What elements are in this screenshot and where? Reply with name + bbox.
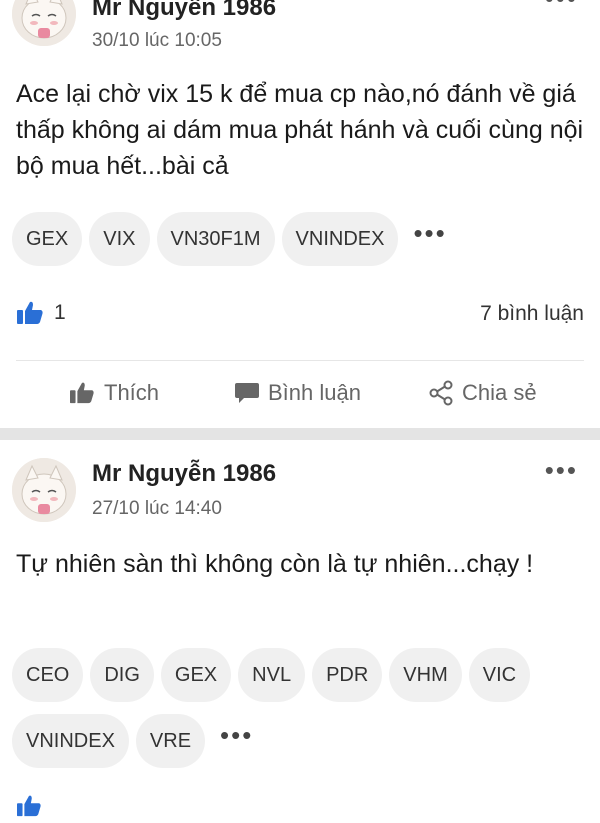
post-time: 30/10 lúc 10:05 xyxy=(92,30,222,51)
comment-count[interactable]: 7 bình luận xyxy=(480,302,584,326)
share-button-label: Chia sẻ xyxy=(462,380,537,405)
more-tags-button[interactable]: ••• xyxy=(212,714,261,768)
tag-chip[interactable]: GEX xyxy=(12,212,83,266)
thumbs-up-icon xyxy=(16,794,42,823)
tag-list: GEX VIX VN30F1M VNINDEX ••• xyxy=(12,212,588,278)
like-button[interactable]: Thích xyxy=(68,380,159,406)
tag-chip[interactable]: VRE xyxy=(135,714,206,768)
post-author[interactable]: Mr Nguyễn 1986 xyxy=(92,460,276,488)
share-button[interactable]: Chia sẻ xyxy=(428,380,537,406)
like-count[interactable]: 1 xyxy=(16,300,66,326)
like-button-label: Thích xyxy=(104,380,160,405)
post-time: 27/10 lúc 14:40 xyxy=(92,498,222,519)
tag-chip[interactable]: VIC xyxy=(468,648,531,702)
more-icon[interactable]: ••• xyxy=(545,457,578,483)
avatar[interactable] xyxy=(12,0,76,46)
tag-chip[interactable]: VHM xyxy=(389,648,462,702)
tag-chip[interactable]: CEO xyxy=(12,648,84,702)
divider xyxy=(16,360,584,361)
tag-list: CEO DIG GEX NVL PDR VHM VIC VNINDEX VRE ••• xyxy=(12,648,588,780)
comment-button[interactable]: Bình luận xyxy=(234,380,361,406)
post-content: Ace lại chờ vix 15 k để mua cp nào,nó đá… xyxy=(16,80,584,180)
like-count-value: 1 xyxy=(54,301,66,324)
tag-chip[interactable]: PDR xyxy=(312,648,383,702)
comment-button-label: Bình luận xyxy=(268,380,361,405)
avatar[interactable] xyxy=(12,458,76,522)
more-icon[interactable]: ••• xyxy=(545,0,578,11)
post-stats: 1 7 bình luận xyxy=(16,294,584,334)
avatar-image xyxy=(12,458,76,522)
comment-icon xyxy=(235,383,259,403)
post-author[interactable]: Mr Nguyễn 1986 xyxy=(92,0,276,22)
tag-chip[interactable]: VNINDEX xyxy=(281,212,399,266)
tag-chip[interactable]: VN30F1M xyxy=(156,212,275,266)
avatar-image xyxy=(12,0,76,46)
post-content: Tự nhiên sàn thì không còn là tự nhiên..… xyxy=(16,550,534,578)
thumbs-up-icon xyxy=(70,382,94,404)
post-separator xyxy=(0,428,600,440)
share-icon xyxy=(429,380,453,406)
more-tags-button[interactable]: ••• xyxy=(405,212,454,266)
tag-chip[interactable]: NVL xyxy=(238,648,306,702)
tag-chip[interactable]: GEX xyxy=(160,648,232,702)
tag-chip[interactable]: DIG xyxy=(90,648,154,702)
tag-chip[interactable]: VNINDEX xyxy=(12,714,129,768)
tag-chip[interactable]: VIX xyxy=(89,212,150,266)
thumbs-up-icon xyxy=(17,301,43,324)
